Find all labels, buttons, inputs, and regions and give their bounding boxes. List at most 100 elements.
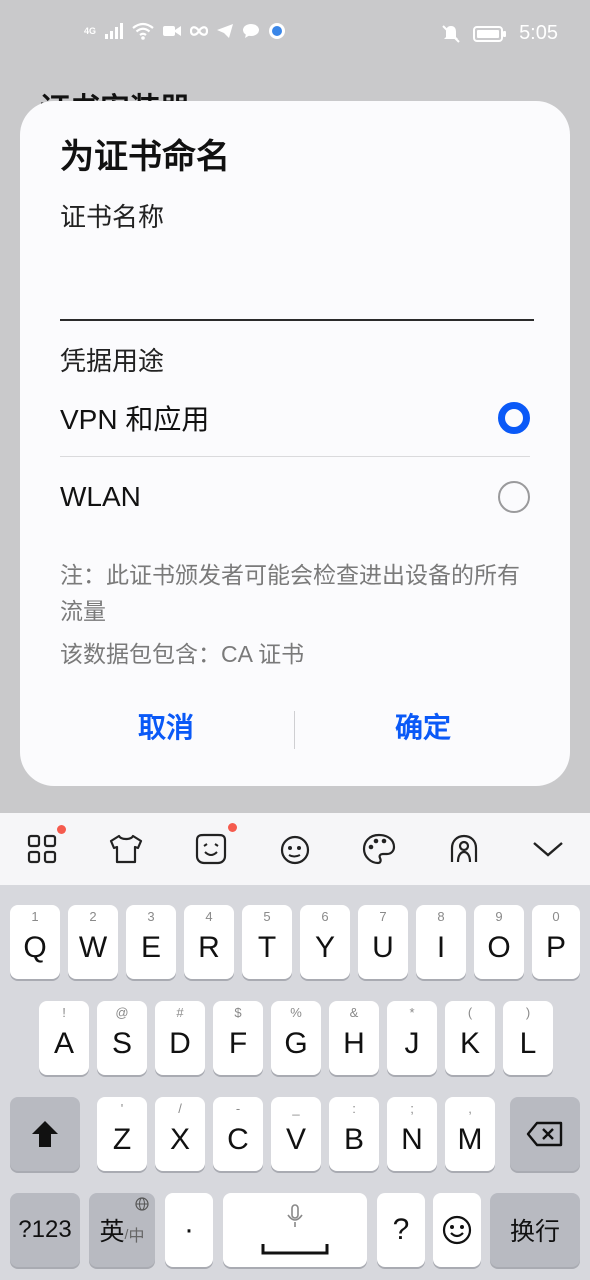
emoji-key[interactable] — [433, 1193, 481, 1267]
key-sub-label: 5 — [263, 909, 271, 924]
button-separator — [294, 711, 295, 749]
key-label: R — [198, 931, 220, 964]
key-label: B — [343, 1123, 364, 1156]
sticker-icon[interactable] — [275, 829, 315, 869]
key-l[interactable]: ) L — [503, 1001, 553, 1075]
key-u[interactable]: 7U — [358, 905, 408, 979]
status-icons-right: 5:05 — [441, 22, 558, 45]
message-icon — [243, 24, 260, 38]
key-label: T — [257, 931, 277, 964]
divider — [60, 456, 530, 457]
grid-icon[interactable] — [22, 825, 67, 869]
key-sub-label: ( — [467, 1005, 473, 1020]
package-contents-text: 该数据包包含：CA 证书 — [60, 641, 305, 667]
language-switch-key[interactable]: 英 / 中 — [89, 1193, 155, 1267]
key-sub-label: # — [176, 1005, 184, 1020]
key-q[interactable]: 1Q — [10, 905, 60, 979]
key-sub-label: _ — [292, 1101, 300, 1116]
key-label: N — [401, 1123, 423, 1156]
key-sub-label: : — [352, 1101, 356, 1116]
key-sub-label: 9 — [495, 909, 503, 924]
key-sub-label: / — [178, 1101, 182, 1116]
option-wlan[interactable]: WLAN — [60, 458, 530, 536]
key-e[interactable]: 3E — [126, 905, 176, 979]
key-label: W — [78, 931, 108, 964]
radio-wlan-icon[interactable] — [498, 481, 530, 513]
key-m[interactable]: ,M — [445, 1097, 495, 1171]
key-z[interactable]: ' Z — [97, 1097, 147, 1171]
key-sub-label: ; — [410, 1101, 414, 1116]
key-label: P — [545, 931, 566, 964]
dialog-title: 为证书命名 — [60, 138, 230, 176]
smiley-icon — [442, 1215, 472, 1245]
ok-button[interactable]: 确定 — [323, 691, 523, 761]
key-sub-label: 6 — [321, 909, 329, 924]
keyboard: 1Q 2W 3E 4R 5T 6Y 7U 8I 9O 0P ! A @ S # D $… — [0, 885, 590, 1280]
key-h[interactable]: & H — [329, 1001, 379, 1075]
key-b[interactable]: :B — [329, 1097, 379, 1171]
key-s[interactable]: @ S — [97, 1001, 147, 1075]
collapse-keyboard-icon[interactable] — [528, 829, 568, 869]
key-f[interactable]: $ F — [213, 1001, 263, 1075]
key-label: M — [457, 1123, 483, 1156]
backspace-key[interactable] — [510, 1097, 580, 1171]
space-bar-icon — [261, 1244, 329, 1255]
shirt-icon[interactable] — [106, 829, 146, 869]
key-sub-label: 8 — [437, 909, 445, 924]
language-english-label: 英 — [99, 1218, 125, 1246]
question-mark-key[interactable]: ? — [377, 1193, 425, 1267]
key-label: H — [343, 1027, 365, 1060]
option-vpn-label: VPN 和应用 — [60, 404, 210, 435]
warning-note: 注：此证书颁发者可能会检查进出设备的所有流量 — [60, 562, 520, 624]
key-y[interactable]: 6Y — [300, 905, 350, 979]
cancel-button[interactable]: 取消 — [66, 691, 266, 761]
key-t[interactable]: 5T — [242, 905, 292, 979]
dot-key[interactable]: · — [165, 1193, 213, 1267]
key-a[interactable]: ! A — [39, 1001, 89, 1075]
network-type-label: 4G — [84, 26, 97, 36]
palette-icon[interactable] — [359, 829, 399, 869]
key-label: V — [285, 1123, 306, 1156]
option-vpn-and-apps[interactable]: VPN 和应用 — [60, 379, 530, 457]
key-g[interactable]: % G — [271, 1001, 321, 1075]
shift-key[interactable] — [10, 1097, 80, 1171]
emoji-icon[interactable] — [191, 823, 237, 869]
key-p[interactable]: 0P — [532, 905, 580, 979]
key-sub-label: 7 — [379, 909, 387, 924]
key-r[interactable]: 4R — [184, 905, 234, 979]
key-label: U — [372, 931, 394, 964]
key-x[interactable]: / X — [155, 1097, 205, 1171]
key-label: L — [519, 1027, 537, 1060]
signal-icon — [105, 23, 124, 39]
key-label: A — [53, 1027, 74, 1060]
battery-icon — [473, 25, 507, 42]
key-o[interactable]: 9O — [474, 905, 524, 979]
radio-vpn-icon[interactable] — [498, 402, 530, 434]
space-key[interactable] — [223, 1193, 367, 1267]
swipe-input-icon[interactable] — [444, 829, 484, 869]
shift-icon — [32, 1121, 58, 1147]
enter-key[interactable]: 换行 — [490, 1193, 580, 1267]
key-d[interactable]: # D — [155, 1001, 205, 1075]
key-j[interactable]: * J — [387, 1001, 437, 1075]
key-k[interactable]: (K — [445, 1001, 495, 1075]
certificate-name-input[interactable] — [60, 251, 534, 321]
key-sub-label: 4 — [205, 909, 213, 924]
key-c[interactable]: -C — [213, 1097, 263, 1171]
key-sub-label: 3 — [147, 909, 155, 924]
infinity-icon — [190, 26, 209, 36]
key-i[interactable]: 8I — [416, 905, 466, 979]
key-sub-label: $ — [234, 1005, 242, 1020]
key-label: S — [111, 1027, 132, 1060]
key-sub-label: @ — [115, 1005, 129, 1020]
key-sub-label: * — [409, 1005, 415, 1020]
key-sub-label: 1 — [31, 909, 39, 924]
numbers-symbols-key[interactable]: ?123 — [10, 1193, 80, 1267]
key-v[interactable]: _ V — [271, 1097, 321, 1171]
status-bar: 4G 5:05 — [0, 0, 590, 70]
key-label: Z — [112, 1123, 132, 1156]
key-n[interactable]: ; N — [387, 1097, 437, 1171]
backspace-icon — [526, 1121, 563, 1147]
microphone-icon — [287, 1204, 303, 1227]
key-w[interactable]: 2W — [68, 905, 118, 979]
